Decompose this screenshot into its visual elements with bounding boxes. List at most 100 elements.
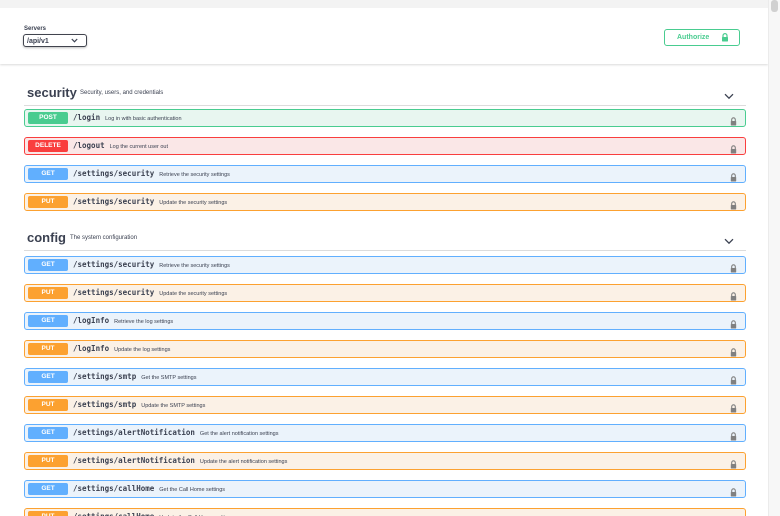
operation-summary: Get the SMTP settings bbox=[141, 375, 197, 381]
operation-summary: Update the alert notification settings bbox=[199, 459, 288, 465]
method-badge: PUT bbox=[28, 511, 68, 516]
operation-summary: Retrieve the security settings bbox=[159, 263, 230, 269]
operation-path: /settings/alertNotification bbox=[73, 456, 195, 465]
operation-get[interactable]: GET/settings/callHome Get the Call Home s… bbox=[24, 480, 746, 498]
operation-path-row: /settings/smtp Get the SMTP settings bbox=[73, 372, 196, 381]
operation-path: /settings/security bbox=[73, 197, 155, 206]
operation-path-row: /login Log in with basic authentication bbox=[73, 113, 182, 122]
operation-path: /settings/callHome bbox=[73, 512, 154, 516]
lock-icon bbox=[721, 33, 729, 48]
operation-get[interactable]: GET/settings/security Retrieve the securi… bbox=[24, 256, 746, 274]
operation-get[interactable]: GET/settings/alertNotification Get the al… bbox=[24, 424, 746, 442]
lock-icon[interactable] bbox=[730, 428, 737, 446]
lock-icon[interactable] bbox=[730, 316, 737, 334]
operation-path-row: /settings/security Retrieve the security … bbox=[73, 169, 230, 178]
authorize-button[interactable]: Authorize bbox=[664, 29, 740, 46]
operation-get[interactable]: GET/settings/security Retrieve the securi… bbox=[24, 165, 746, 183]
operation-get[interactable]: GET/settings/smtp Get the SMTP settings bbox=[24, 368, 746, 386]
operation-path: /settings/alertNotification bbox=[73, 428, 195, 437]
tag-header-security[interactable]: security Security, users, and credentials bbox=[24, 81, 746, 106]
lock-icon[interactable] bbox=[730, 344, 737, 362]
operation-path-row: /settings/security Retrieve the security … bbox=[73, 260, 230, 269]
operation-post[interactable]: POST/login Log in with basic authenticati… bbox=[24, 109, 746, 127]
tag-name: security bbox=[27, 85, 77, 100]
method-badge: PUT bbox=[28, 343, 68, 355]
scrollbar[interactable] bbox=[768, 0, 780, 516]
operation-path: /settings/smtp bbox=[73, 400, 137, 409]
operation-get[interactable]: GET/logInfo Retrieve the log settings bbox=[24, 312, 746, 330]
tag-description: The system configuration bbox=[70, 235, 138, 241]
operation-path: /logInfo bbox=[73, 316, 110, 325]
scheme-container: Servers /api/v1 Authorize bbox=[0, 8, 768, 64]
tag-name: config bbox=[27, 230, 66, 245]
operation-path: /settings/security bbox=[73, 260, 155, 269]
operation-path-row: /settings/alertNotification Get the alert… bbox=[73, 428, 279, 437]
operation-summary: Retrieve the log settings bbox=[114, 319, 174, 325]
operation-path-row: /logout Log the current user out bbox=[73, 141, 168, 150]
operation-summary: Update the security settings bbox=[159, 291, 228, 297]
operation-path-row: /settings/security Update the security se… bbox=[73, 288, 227, 297]
tag-header-config[interactable]: config The system configuration bbox=[24, 226, 746, 251]
operation-summary: Get the alert notification settings bbox=[199, 431, 279, 437]
operation-summary: Update the security settings bbox=[159, 200, 228, 206]
lock-icon[interactable] bbox=[730, 400, 737, 418]
operation-path: /settings/security bbox=[73, 288, 155, 297]
operation-summary: Log the current user out bbox=[109, 144, 169, 150]
lock-icon[interactable] bbox=[730, 372, 737, 390]
operation-path-row: /settings/callHomeUpdate the Call Home s… bbox=[73, 512, 234, 516]
lock-icon[interactable] bbox=[730, 484, 737, 502]
operation-path-row: /logInfo Retrieve the log settings bbox=[73, 316, 173, 325]
operation-delete[interactable]: DELETE/logout Log the current user out bbox=[24, 137, 746, 155]
servers-select[interactable]: /api/v1 bbox=[23, 34, 87, 47]
operation-summary: Update the log settings bbox=[114, 347, 171, 353]
method-badge: GET bbox=[28, 371, 68, 383]
operation-put[interactable]: PUT/settings/security Update the security… bbox=[24, 193, 746, 211]
operation-summary: Log in with basic authentication bbox=[105, 116, 182, 122]
scrollbar-thumb[interactable] bbox=[771, 0, 778, 12]
servers-label: Servers bbox=[24, 26, 47, 32]
method-badge: POST bbox=[28, 112, 68, 124]
operation-path: /settings/callHome bbox=[73, 484, 155, 493]
method-badge: GET bbox=[28, 259, 68, 271]
chevron-down-icon[interactable] bbox=[724, 87, 734, 105]
operation-path-row: /settings/callHome Get the Call Home sett… bbox=[73, 484, 225, 493]
operation-path: /settings/smtp bbox=[73, 372, 137, 381]
lock-icon[interactable] bbox=[730, 141, 737, 159]
swagger-page: Servers /api/v1 Authorize security Securi… bbox=[0, 8, 768, 516]
operation-path-row: /settings/smtp Update the SMTP settings bbox=[73, 400, 205, 409]
operation-path-row: /logInfo Update the log settings bbox=[73, 344, 170, 353]
tag-description: Security, users, and credentials bbox=[80, 90, 164, 96]
operation-summary: Get the Call Home settings bbox=[159, 487, 226, 493]
lock-icon[interactable] bbox=[730, 113, 737, 131]
method-badge: GET bbox=[28, 168, 68, 180]
method-badge: GET bbox=[28, 483, 68, 495]
operation-path-row: /settings/alertNotification Update the al… bbox=[73, 456, 287, 465]
lock-icon[interactable] bbox=[730, 197, 737, 215]
authorize-label: Authorize bbox=[677, 34, 710, 41]
lock-icon[interactable] bbox=[730, 169, 737, 187]
operation-summary: Retrieve the security settings bbox=[159, 172, 230, 178]
operation-path: /login bbox=[73, 113, 101, 122]
operation-path-row: /settings/security Update the security se… bbox=[73, 197, 227, 206]
operation-put[interactable]: PUT/settings/smtp Update the SMTP setting… bbox=[24, 396, 746, 414]
operation-path: /logout bbox=[73, 141, 105, 150]
method-badge: DELETE bbox=[28, 140, 68, 152]
servers-select-value: /api/v1 bbox=[27, 38, 49, 45]
lock-icon[interactable] bbox=[730, 512, 737, 516]
method-badge: PUT bbox=[28, 196, 68, 208]
operation-path: /logInfo bbox=[73, 344, 110, 353]
method-badge: GET bbox=[28, 427, 68, 439]
operation-put[interactable]: PUT/logInfo Update the log settings bbox=[24, 340, 746, 358]
method-badge: PUT bbox=[28, 399, 68, 411]
operation-put[interactable]: PUT/settings/security Update the security… bbox=[24, 284, 746, 302]
lock-icon[interactable] bbox=[730, 456, 737, 474]
lock-icon[interactable] bbox=[730, 260, 737, 278]
operation-path: /settings/security bbox=[73, 169, 155, 178]
operation-put[interactable]: PUT/settings/alertNotification Update the… bbox=[24, 452, 746, 470]
method-badge: PUT bbox=[28, 455, 68, 467]
chevron-down-icon bbox=[71, 35, 78, 48]
chevron-down-icon[interactable] bbox=[724, 232, 734, 250]
operation-put[interactable]: PUT/settings/callHomeUpdate the Call Hom… bbox=[24, 508, 746, 516]
lock-icon[interactable] bbox=[730, 288, 737, 306]
method-badge: PUT bbox=[28, 287, 68, 299]
